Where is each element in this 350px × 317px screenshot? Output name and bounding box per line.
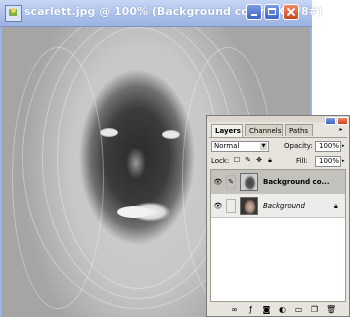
blend-mode-value: Normal [214, 142, 240, 150]
chevron-down-icon: ▼ [260, 143, 267, 150]
opacity-arrow-icon[interactable]: ▸ [342, 141, 347, 152]
panel-tabs: Layers Channels Paths [209, 124, 347, 138]
eye-left [100, 128, 118, 137]
layer-name: Background [263, 202, 305, 210]
tab-channels[interactable]: Channels [245, 124, 283, 136]
tab-layers[interactable]: Layers [211, 124, 243, 137]
blend-mode-select[interactable]: Normal ▼ [211, 141, 269, 152]
lock-position-icon[interactable]: ✥ [255, 156, 263, 164]
opacity-field[interactable]: 100% [315, 141, 341, 152]
layer-name: Background co... [263, 178, 330, 186]
link-layers-icon[interactable]: ∞ [230, 305, 239, 314]
layer-list: 👁︎ ✎ Background co... 👁︎ Background 🔒︎ [210, 169, 346, 302]
tab-paths[interactable]: Paths [285, 124, 313, 136]
trash-icon[interactable]: 🗑︎ [326, 305, 336, 314]
layer-thumbnail [240, 173, 258, 191]
layer-row[interactable]: 👁︎ ✎ Background co... [211, 170, 345, 194]
eye-right [162, 130, 180, 139]
document-titlebar[interactable]: scarlett.jpg @ 100% (Background copy, RG… [0, 0, 323, 27]
layer-thumbnail [240, 197, 258, 215]
image-file-icon [5, 5, 22, 22]
lock-label: Lock: [211, 157, 230, 165]
lock-transparency-icon[interactable]: ☐ [233, 156, 241, 164]
new-group-icon[interactable]: ▭ [294, 305, 303, 314]
lock-icon: 🔒︎ [334, 202, 338, 210]
layer-style-icon[interactable]: ƒ [246, 305, 255, 314]
adjustment-layer-icon[interactable]: ◐ [278, 305, 287, 314]
eye-visibility-icon[interactable]: 👁︎ [213, 177, 223, 187]
eye-visibility-icon[interactable]: 👁︎ [213, 201, 223, 211]
fill-arrow-icon[interactable]: ▸ [342, 156, 347, 167]
minimize-icon[interactable] [246, 4, 262, 20]
panel-menu-icon[interactable]: ▸ [337, 126, 345, 134]
maximize-icon[interactable] [264, 4, 280, 20]
layer-mask-icon[interactable]: ◙ [262, 305, 271, 314]
panel-bottom-toolbar: ∞ ƒ ◙ ◐ ▭ ❐ 🗑︎ [210, 304, 346, 316]
brush-icon[interactable]: ✎ [226, 175, 236, 189]
opacity-label: Opacity: [284, 142, 313, 150]
close-icon[interactable] [283, 4, 299, 20]
lock-image-pixels-icon[interactable]: ✎ [244, 156, 252, 164]
new-layer-icon[interactable]: ❐ [310, 305, 319, 314]
lock-all-icon[interactable]: 🔒︎ [266, 156, 274, 164]
layers-panel: Layers Channels Paths ▸ Normal ▼ Opacity… [206, 115, 350, 317]
fill-label: Fill: [296, 157, 308, 165]
link-box-icon[interactable] [226, 199, 236, 213]
layer-row[interactable]: 👁︎ Background 🔒︎ [211, 194, 345, 218]
mouth [117, 206, 151, 218]
fill-field[interactable]: 100% [315, 156, 341, 167]
